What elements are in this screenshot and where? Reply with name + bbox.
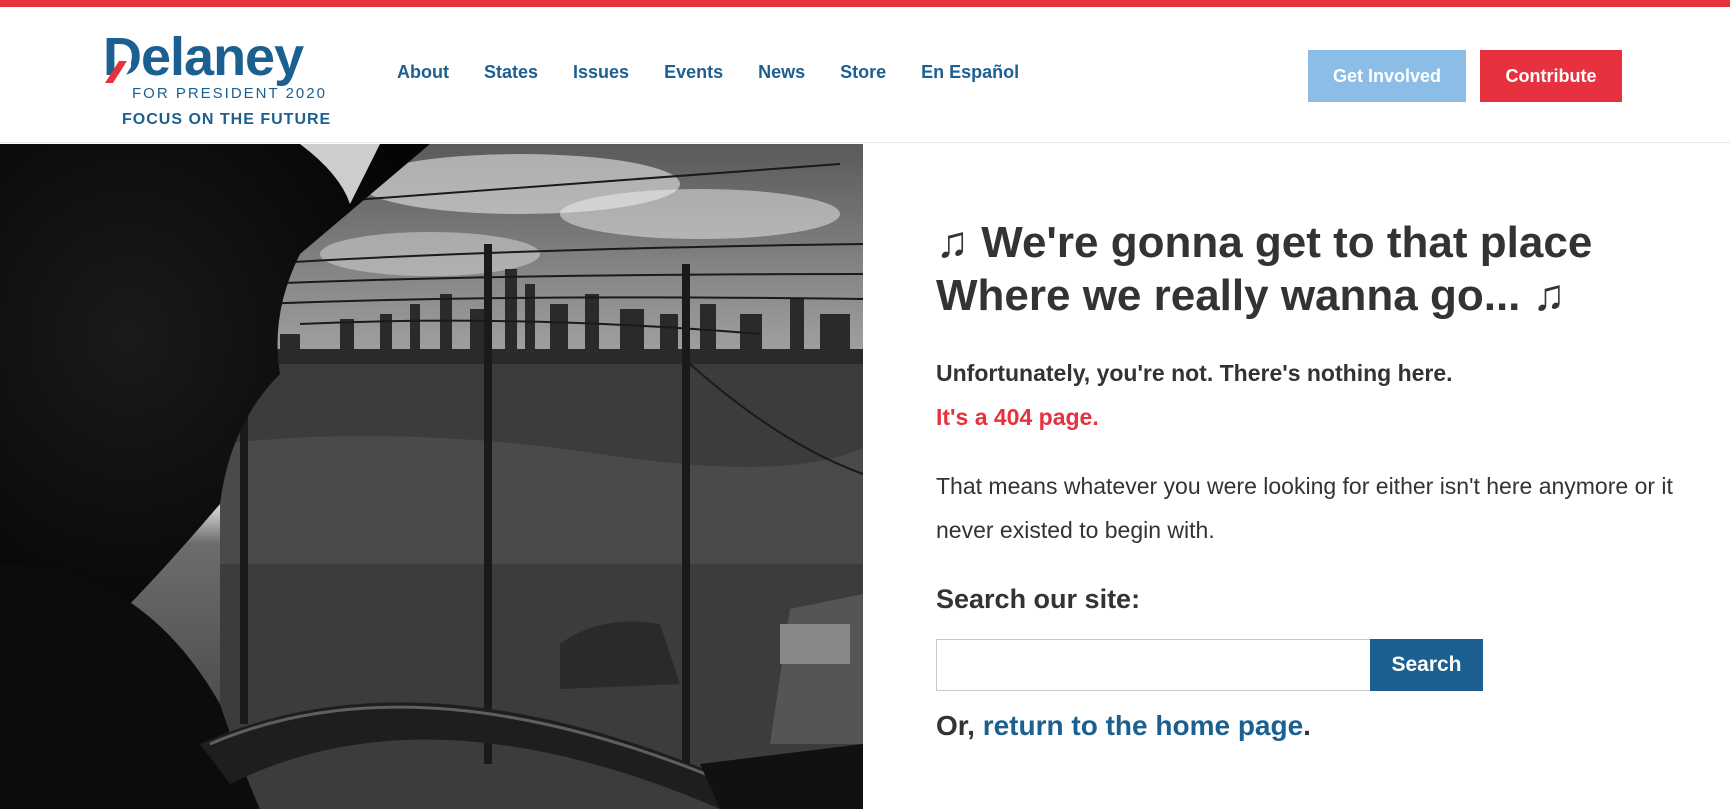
return-home-link[interactable]: return to the home page [983, 710, 1303, 741]
search-form: Search [936, 639, 1483, 691]
logo-wordmark: Delaney [103, 27, 304, 87]
return-home-suffix: . [1303, 710, 1311, 741]
headline-line-1: ♫ We're gonna get to that place [936, 218, 1593, 267]
nav-item-about[interactable]: About [397, 62, 449, 83]
nothing-here-message: Unfortunately, you're not. There's nothi… [936, 360, 1453, 386]
logo-tagline: FOCUS ON THE FUTURE [122, 111, 332, 128]
nav-item-states[interactable]: States [484, 62, 538, 83]
hero-photo-illustration [0, 144, 863, 809]
top-accent-strip [0, 0, 1730, 7]
contribute-button[interactable]: Contribute [1480, 50, 1622, 102]
flag-swoosh-icon [105, 61, 131, 83]
get-involved-button[interactable]: Get Involved [1308, 50, 1466, 102]
nav-item-events[interactable]: Events [664, 62, 723, 83]
search-button[interactable]: Search [1370, 639, 1483, 691]
nav-item-store[interactable]: Store [840, 62, 886, 83]
page-headline: ♫ We're gonna get to that place Where we… [936, 216, 1696, 322]
not-found-content: ♫ We're gonna get to that place Where we… [936, 144, 1730, 809]
hero-photo-driver-skyline [0, 144, 863, 809]
nav-item-en-espanol[interactable]: En Español [921, 62, 1019, 83]
nav-item-issues[interactable]: Issues [573, 62, 629, 83]
return-home-prefix: Or, [936, 710, 983, 741]
logo-subtitle: FOR PRESIDENT 2020 [132, 85, 327, 102]
logo-wordmark-text: Delaney [103, 27, 304, 87]
delaney-logo[interactable]: Delaney FOR PRESIDENT 2020 FOCUS ON THE … [103, 27, 353, 132]
error-404-message: It's a 404 page. [936, 404, 1099, 430]
headline-line-2: Where we really wanna go... ♫ [936, 271, 1566, 320]
nav-item-news[interactable]: News [758, 62, 805, 83]
search-heading: Search our site: [936, 584, 1141, 614]
return-home-line: Or, return to the home page. [936, 710, 1311, 742]
explanation-text: That means whatever you were looking for… [936, 473, 1673, 543]
site-header: Delaney FOR PRESIDENT 2020 FOCUS ON THE … [0, 7, 1730, 143]
main-nav: About States Issues Events News Store En… [397, 62, 1054, 83]
search-input[interactable] [936, 639, 1370, 691]
